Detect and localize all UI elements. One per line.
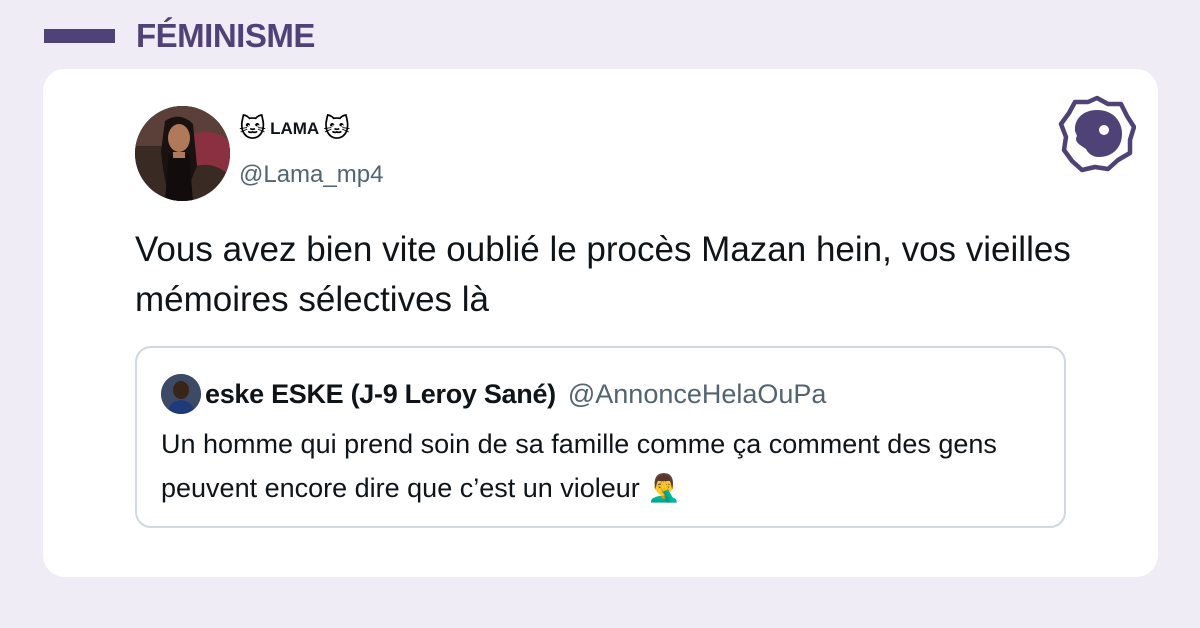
author-name: LAMA — [270, 119, 320, 138]
quoted-tweet-header: eske ESKE (J-9 Leroy Sané) @AnnonceHelaO… — [161, 374, 826, 414]
brand-logo-icon — [1058, 95, 1137, 173]
tweet-card[interactable]: 🐱 LAMA 🐱 @Lama_mp4 Vous avez bien vite o… — [43, 69, 1158, 577]
author-name-line[interactable]: 🐱 LAMA 🐱 — [239, 114, 350, 144]
cat-face-icon: 🐱 — [323, 114, 351, 144]
quoted-author-name: eske ESKE (J-9 Leroy Sané) — [205, 378, 556, 409]
category-label: FÉMINISME — [136, 17, 315, 54]
quoted-author-avatar[interactable] — [161, 374, 201, 414]
quoted-author-handle: @AnnonceHelaOuPa — [567, 378, 827, 409]
post-screen: FÉMINISME 🐱 LAMA 🐱 @Lama_mp4 Vous avez b… — [0, 0, 1200, 628]
avatar-image — [135, 106, 230, 201]
author-avatar[interactable] — [135, 106, 230, 201]
category-header: FÉMINISME — [44, 14, 315, 58]
tweet-text: Vous avez bien vite oublié le procès Maz… — [135, 230, 1071, 319]
cat-face-icon: 🐱 — [239, 114, 267, 144]
author-handle[interactable]: @Lama_mp4 — [239, 161, 383, 189]
category-bar — [44, 29, 115, 43]
quoted-tweet-text: Un homme qui prend soin de sa famille co… — [161, 429, 997, 503]
quoted-tweet[interactable]: eske ESKE (J-9 Leroy Sané) @AnnonceHelaO… — [135, 346, 1066, 528]
quoted-avatar-image — [161, 374, 201, 414]
